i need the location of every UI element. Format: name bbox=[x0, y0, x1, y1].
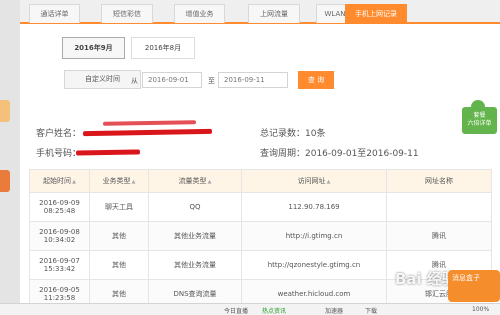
left-floating-tab[interactable] bbox=[0, 170, 10, 192]
sort-icon: ▲ bbox=[207, 179, 212, 185]
accelerator[interactable]: 加速器 bbox=[325, 306, 343, 315]
sort-icon: ▲ bbox=[131, 179, 136, 185]
traffic-type-cell: 其他业务流量 bbox=[148, 250, 242, 280]
business-type-cell: 聊天工具 bbox=[89, 192, 149, 222]
zoom-level[interactable]: 100% bbox=[472, 306, 489, 313]
left-floating-tab[interactable] bbox=[0, 100, 10, 122]
left-side-strip bbox=[0, 0, 20, 315]
column-business-type[interactable]: 业务类型▲ bbox=[89, 169, 149, 193]
url-cell: 112.90.78.169 bbox=[241, 192, 387, 222]
month-september-button[interactable]: 2016年9月 bbox=[62, 37, 125, 59]
traffic-type-cell: DNS查询流量 bbox=[148, 279, 242, 303]
sort-icon: ▲ bbox=[326, 179, 331, 185]
column-site-name[interactable]: 网址名称 bbox=[386, 169, 492, 193]
business-type-cell: 其他 bbox=[89, 250, 149, 280]
column-start-time[interactable]: 起始时间▲ bbox=[29, 169, 90, 193]
table-header-row: 起始时间▲ 业务类型▲ 流量类型▲ 访问网址▲ 网址名称 bbox=[29, 169, 492, 193]
tab-mobile-internet-records[interactable]: 手机上网记录 bbox=[345, 4, 407, 23]
phone-number-label: 手机号码： bbox=[36, 149, 82, 159]
tab-call-details[interactable]: 通话详单 bbox=[29, 4, 80, 23]
redacted-phone-number bbox=[75, 149, 141, 156]
total-records: 总记录数：10条 bbox=[260, 129, 326, 139]
start-date-input[interactable]: 2016-09-01 bbox=[142, 72, 202, 88]
redacted-customer-name bbox=[102, 120, 197, 126]
main-panel: 通话详单 短信彩信 增值业务 上网流量 WLAN详单 手机上网记录 2016年9… bbox=[20, 0, 500, 303]
hot-news[interactable]: 热点资讯 bbox=[262, 306, 286, 315]
site-name-cell: 腾讯 bbox=[386, 221, 492, 251]
tab-bar: 通话详单 短信彩信 增值业务 上网流量 WLAN详单 手机上网记录 bbox=[20, 0, 500, 24]
downloads[interactable]: 下载 bbox=[365, 306, 377, 315]
column-url[interactable]: 访问网址▲ bbox=[241, 169, 387, 193]
business-type-cell: 其他 bbox=[89, 279, 149, 303]
start-time-cell: 2016-09-05 11:23:58 bbox=[29, 279, 90, 303]
end-date-input[interactable]: 2016-09-11 bbox=[218, 72, 288, 88]
message-box-label: 消息盒子 bbox=[452, 274, 480, 282]
site-name-cell bbox=[386, 192, 492, 222]
message-box-bubble[interactable]: 消息盒子 bbox=[448, 270, 500, 302]
table-row: 2016-09-09 08:25:48 聊天工具 QQ 112.90.78.16… bbox=[29, 192, 492, 222]
sort-icon: ▲ bbox=[72, 179, 76, 185]
from-label: 从 bbox=[131, 77, 138, 85]
custom-time-button[interactable]: 自定义时间 bbox=[64, 70, 141, 89]
query-button[interactable]: 查 询 bbox=[298, 71, 334, 89]
traffic-type-cell: 其他业务流量 bbox=[148, 221, 242, 251]
month-august-button[interactable]: 2016年8月 bbox=[131, 37, 195, 59]
table-row: 2016-09-08 10:34:02 其他 其他业务流量 http://i.g… bbox=[29, 221, 492, 251]
tab-internet-traffic[interactable]: 上网流量 bbox=[248, 4, 300, 23]
column-traffic-type[interactable]: 流量类型▲ bbox=[148, 169, 242, 193]
tab-value-added[interactable]: 增值业务 bbox=[174, 4, 225, 23]
badge-text: 套餐 六倍详单 bbox=[467, 112, 492, 127]
tab-sms-mms[interactable]: 短信彩信 bbox=[101, 4, 153, 23]
traffic-type-cell: QQ bbox=[148, 192, 242, 222]
plan-details-badge[interactable]: 套餐 六倍详单 bbox=[462, 100, 497, 134]
url-cell: weather.hicloud.com bbox=[241, 279, 387, 303]
redacted-customer-name bbox=[82, 128, 213, 137]
start-time-cell: 2016-09-08 10:34:02 bbox=[29, 221, 90, 251]
bottom-status-bar: 今日直播 热点资讯 加速器 下载 100% bbox=[0, 303, 500, 315]
url-cell: http://i.gtimg.cn bbox=[241, 221, 387, 251]
to-label: 至 bbox=[208, 77, 215, 85]
live-today[interactable]: 今日直播 bbox=[224, 306, 248, 315]
business-type-cell: 其他 bbox=[89, 221, 149, 251]
start-time-cell: 2016-09-07 15:33:42 bbox=[29, 250, 90, 280]
start-time-cell: 2016-09-09 08:25:48 bbox=[29, 192, 90, 222]
url-cell: http://qzonestyle.gtimg.cn bbox=[241, 250, 387, 280]
customer-name-label: 客户姓名： bbox=[36, 129, 82, 139]
query-period: 查询周期：2016-09-01至2016-09-11 bbox=[260, 149, 419, 159]
